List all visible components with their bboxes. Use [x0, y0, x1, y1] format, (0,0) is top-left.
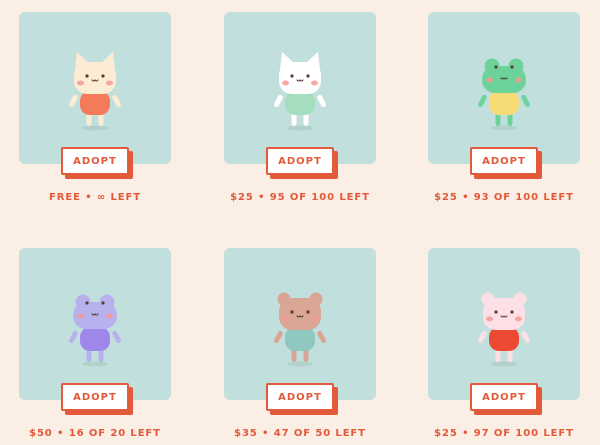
pet-image-panel: [224, 12, 376, 164]
adopt-button-label: ADOPT: [278, 391, 322, 403]
adopt-button-wrap: ADOPT: [470, 147, 542, 179]
adopt-button[interactable]: ADOPT: [61, 147, 129, 175]
pet-image-panel: [428, 12, 580, 164]
bear-icon: [478, 292, 530, 367]
adopt-button-label: ADOPT: [73, 155, 117, 167]
pet-image-panel: [19, 12, 171, 164]
adopt-button-label: ADOPT: [482, 391, 526, 403]
price-availability: $25 • 97 OF 100 LEFT: [434, 428, 574, 439]
adopt-button[interactable]: ADOPT: [266, 147, 334, 175]
pet-image-panel: [428, 248, 580, 400]
adopt-button-wrap: ADOPT: [266, 383, 338, 415]
adopt-button[interactable]: ADOPT: [470, 147, 538, 175]
frog-icon: [478, 58, 530, 131]
price-availability: $25 • 93 OF 100 LEFT: [434, 192, 574, 203]
adopt-button[interactable]: ADOPT: [470, 383, 538, 411]
cat-icon: [274, 52, 326, 131]
bear-icon: [274, 292, 326, 367]
adopt-button[interactable]: ADOPT: [266, 383, 334, 411]
adopt-button-wrap: ADOPT: [61, 147, 133, 179]
adopt-button-label: ADOPT: [73, 391, 117, 403]
pet-grid: ADOPT FREE • ∞ LEFT ADOPT $25 • 95 OF 10…: [0, 0, 600, 445]
adopt-button[interactable]: ADOPT: [61, 383, 129, 411]
pet-image-panel: [19, 248, 171, 400]
adopt-button-wrap: ADOPT: [266, 147, 338, 179]
adopt-button-wrap: ADOPT: [61, 383, 133, 415]
frog-icon: [69, 294, 121, 367]
price-availability: $50 • 16 OF 20 LEFT: [29, 428, 161, 439]
price-availability: FREE • ∞ LEFT: [49, 192, 141, 203]
adopt-button-wrap: ADOPT: [470, 383, 542, 415]
price-availability: $25 • 95 OF 100 LEFT: [230, 192, 370, 203]
price-availability: $35 • 47 OF 50 LEFT: [234, 428, 366, 439]
adopt-button-label: ADOPT: [482, 155, 526, 167]
adopt-button-label: ADOPT: [278, 155, 322, 167]
pet-image-panel: [224, 248, 376, 400]
cat-icon: [69, 52, 121, 131]
